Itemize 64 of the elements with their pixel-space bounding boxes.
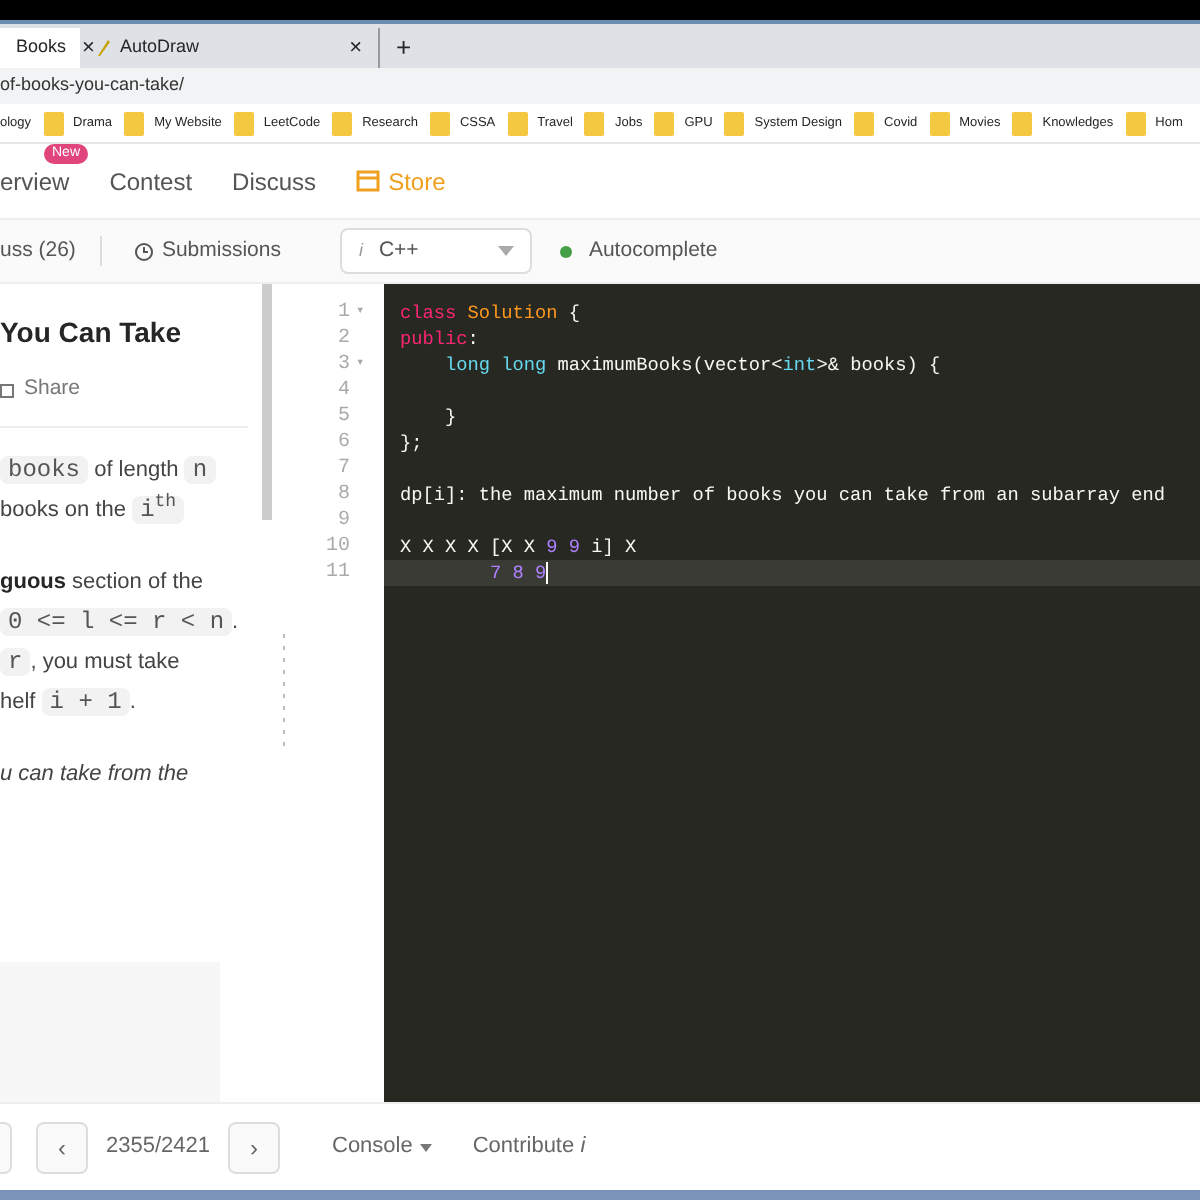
list-button[interactable] [0,1121,12,1173]
folder-icon [854,111,875,135]
caret-icon [498,246,515,256]
code-line: long long maximumBooks(vector<int>& books) { [443,352,943,378]
description-line: u can take from the [0,759,191,790]
close-icon[interactable]: × [82,31,95,65]
code-line: dp[i]: the maximum number of books you can take from an subarray end [398,482,1168,508]
line-number: 6 [337,430,350,456]
folder-icon [233,111,254,135]
caret-icon [420,1143,433,1151]
folder-icon [1125,111,1146,135]
line-number: 10 [325,534,350,560]
folder-icon [43,111,64,135]
nav-link[interactable]: Contest [109,167,193,195]
next-button[interactable]: › [228,1121,280,1173]
folder-icon [929,111,950,135]
description-line: books on the i$^{th}$ [0,491,276,528]
folder-icon [1012,111,1033,135]
line-number: 5 [337,404,350,430]
code-line: X X X X [X X 9 9 i] X [398,534,639,560]
code-editor[interactable]: class Solution { public: long long maximumBooks(vector<int>& books) { } }; dp[i]: the maximum number of books you can take from an subarray end X X X X [X X 9 9 i] X 7 8 9 [384,284,1200,1102]
line-number: 1 [337,300,350,326]
line-number: 7 [337,456,350,482]
code-line: } [443,404,459,430]
code-line: class Solution { [398,300,583,326]
pencil-icon [96,38,112,58]
nav-link[interactable]: erview [0,167,70,195]
autocomplete-toggle[interactable]: Autocomplete [560,235,718,267]
line-number: 2 [337,326,350,352]
share-icon [0,380,16,399]
folder-icon [724,111,745,135]
folder-icon [584,111,605,135]
description-line: r , you must take [0,643,276,680]
problem-counter: 2355/2421 [106,1132,210,1163]
share-link[interactable]: Share [0,374,276,406]
discuss-tab[interactable]: uss (26) [0,235,102,267]
folder-icon [429,111,450,135]
line-number: 9 [337,508,350,534]
folder-icon [332,111,353,135]
store-icon [356,170,381,192]
close-icon[interactable]: × [349,31,362,65]
nav-link[interactable]: Discuss [232,167,317,195]
description-line: helf i + 1 . [0,685,138,720]
description-line: guous section of the [0,567,205,598]
code-line: }; [398,430,425,456]
line-number: 11 [325,560,350,586]
folder-icon [124,111,145,135]
scrollbar-thumb[interactable] [262,284,272,520]
line-number: 8 [337,482,350,508]
clock-icon [133,241,154,261]
url-text[interactable]: of-books-you-can-take/ [0,72,185,100]
contribute-button[interactable]: Contribute i [472,1130,586,1164]
code-line: public: [398,326,481,352]
language-select[interactable]: i C++ [340,228,533,274]
submissions-tab[interactable]: Submissions [133,235,281,267]
new-tab-button[interactable]: + [380,28,428,68]
folder-icon [507,111,528,135]
problem-title: You Can Take [0,314,184,352]
description-line: books of length n [0,451,276,488]
console-button[interactable]: Console [332,1130,433,1164]
line-number: 3 [337,352,350,378]
line-number: 4 [337,378,350,404]
folder-icon [654,111,675,135]
previous-button[interactable]: ‹ [36,1121,88,1173]
